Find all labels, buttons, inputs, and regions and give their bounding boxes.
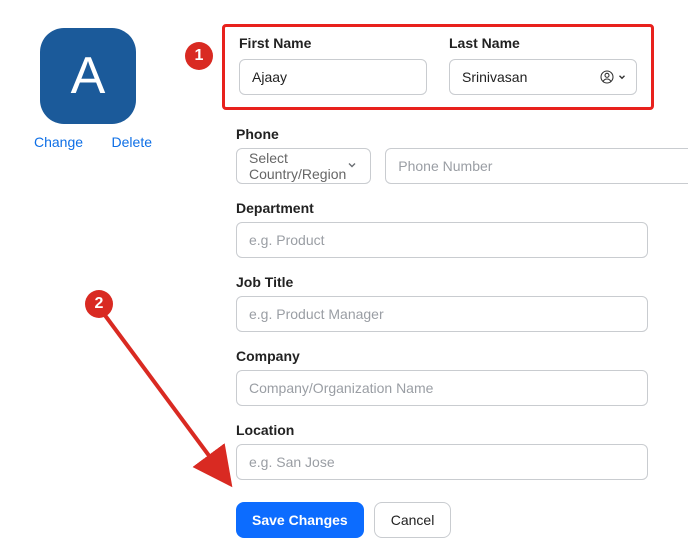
location-input[interactable]	[236, 444, 648, 480]
delete-avatar-link[interactable]: Delete	[112, 134, 152, 150]
first-name-input[interactable]	[239, 59, 427, 95]
job-title-label: Job Title	[236, 274, 648, 290]
phone-number-input[interactable]	[385, 148, 688, 184]
cancel-button[interactable]: Cancel	[374, 502, 452, 538]
department-label: Department	[236, 200, 648, 216]
phone-country-placeholder: Select Country/Region	[249, 150, 346, 182]
phone-label: Phone	[236, 126, 648, 142]
job-title-input[interactable]	[236, 296, 648, 332]
annotation-badge-1: 1	[185, 42, 213, 70]
avatar: A	[40, 28, 136, 124]
profile-dropdown-icon[interactable]	[599, 69, 627, 85]
location-label: Location	[236, 422, 648, 438]
company-label: Company	[236, 348, 648, 364]
department-input[interactable]	[236, 222, 648, 258]
company-input[interactable]	[236, 370, 648, 406]
avatar-letter: A	[71, 46, 106, 106]
last-name-label: Last Name	[449, 35, 637, 51]
save-button[interactable]: Save Changes	[236, 502, 364, 538]
phone-country-select[interactable]: Select Country/Region	[236, 148, 371, 184]
annotation-badge-2: 2	[85, 290, 113, 318]
name-fields-highlight: First Name Last Name	[222, 24, 654, 110]
chevron-down-icon	[346, 158, 358, 174]
change-avatar-link[interactable]: Change	[34, 134, 83, 150]
first-name-label: First Name	[239, 35, 427, 51]
